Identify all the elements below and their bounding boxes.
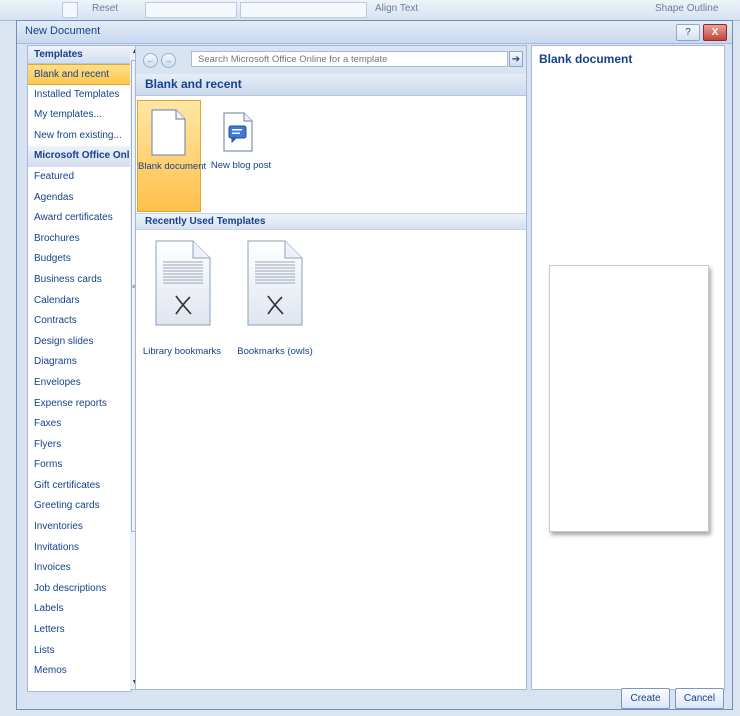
cancel-button[interactable]: Cancel bbox=[675, 688, 724, 709]
create-button[interactable]: Create bbox=[621, 688, 670, 709]
search-go-arrow-icon[interactable]: ➔ bbox=[509, 51, 523, 67]
category-item[interactable]: Inventories bbox=[28, 517, 131, 538]
tile-label: Blank document bbox=[138, 161, 207, 172]
search-bar: ← → ➔ bbox=[136, 46, 526, 75]
ribbon-shape-outline-label: Shape Outline bbox=[655, 3, 719, 14]
category-list: Blank and recent Installed Templates My te… bbox=[28, 64, 131, 682]
category-item[interactable]: Agendas bbox=[28, 188, 131, 209]
dialog-title: New Document bbox=[25, 25, 101, 37]
category-item[interactable]: Design slides bbox=[28, 332, 131, 353]
dialog-titlebar[interactable]: New Document ? X bbox=[17, 21, 732, 44]
preview-title: Blank document bbox=[539, 52, 633, 66]
category-item[interactable]: Envelopes bbox=[28, 373, 131, 394]
category-item[interactable]: Calendars bbox=[28, 291, 131, 312]
category-item[interactable]: Letters bbox=[28, 620, 131, 641]
templates-header: Templates bbox=[28, 46, 131, 64]
ribbon-reset-label: Reset bbox=[92, 3, 119, 14]
category-item[interactable]: My templates... bbox=[28, 105, 131, 126]
category-item[interactable]: Installed Templates bbox=[28, 85, 131, 106]
close-button[interactable]: X bbox=[703, 24, 727, 41]
blank-document-icon bbox=[151, 109, 186, 156]
category-item[interactable]: Labels bbox=[28, 599, 131, 620]
template-categories-panel: Templates Blank and recent Installed Temp… bbox=[27, 45, 132, 692]
background-ribbon: Reset Align Text Shape Outline bbox=[0, 0, 740, 21]
category-item[interactable]: Invitations bbox=[28, 538, 131, 559]
ribbon-box bbox=[240, 2, 367, 18]
template-search-input[interactable] bbox=[191, 51, 508, 67]
category-item[interactable]: Greeting cards bbox=[28, 496, 131, 517]
template-document-icon bbox=[155, 240, 211, 326]
category-item[interactable]: Brochures bbox=[28, 229, 131, 250]
ribbon-align-text-label: Align Text bbox=[375, 3, 419, 14]
blank-document-tile[interactable]: Blank document bbox=[137, 100, 207, 212]
preview-page-thumbnail bbox=[549, 265, 709, 532]
templates-content-panel: ← → ➔ Blank and recent Blank document bbox=[135, 45, 527, 690]
category-item[interactable]: Lists bbox=[28, 641, 131, 662]
new-blog-post-tile[interactable]: New blog post bbox=[203, 100, 279, 212]
category-item[interactable]: Business cards bbox=[28, 270, 131, 291]
category-item[interactable]: Award certificates bbox=[28, 208, 131, 229]
ribbon-icon bbox=[62, 2, 78, 18]
category-item[interactable]: Forms bbox=[28, 455, 131, 476]
blog-post-icon bbox=[223, 112, 253, 152]
recently-used-header: Recently Used Templates bbox=[136, 213, 526, 230]
tile-label: Library bookmarks bbox=[142, 346, 222, 357]
bookmarks-owls-tile[interactable]: Bookmarks (owls) bbox=[232, 236, 318, 371]
tile-label: New blog post bbox=[210, 160, 272, 171]
new-document-dialog: New Document ? X Templates Blank and rec… bbox=[16, 20, 733, 710]
category-item[interactable]: Budgets bbox=[28, 249, 131, 270]
back-arrow-icon[interactable]: ← bbox=[143, 53, 158, 68]
category-item[interactable]: Expense reports bbox=[28, 394, 131, 415]
category-item[interactable]: Contracts bbox=[28, 311, 131, 332]
category-item[interactable]: Job descriptions bbox=[28, 579, 131, 600]
category-item[interactable]: Blank and recent bbox=[28, 64, 131, 85]
preview-panel: Blank document bbox=[531, 45, 725, 690]
template-document-icon bbox=[247, 240, 303, 326]
category-item[interactable]: Diagrams bbox=[28, 352, 131, 373]
forward-arrow-icon[interactable]: → bbox=[161, 53, 176, 68]
category-section-header: Microsoft Office Online bbox=[28, 146, 131, 167]
tile-label: Bookmarks (owls) bbox=[237, 346, 313, 357]
library-bookmarks-tile[interactable]: Library bookmarks bbox=[142, 236, 222, 371]
ribbon-box bbox=[145, 2, 237, 18]
section-title: Blank and recent bbox=[136, 74, 526, 96]
help-button[interactable]: ? bbox=[676, 24, 700, 41]
category-item[interactable]: Invoices bbox=[28, 558, 131, 579]
category-item[interactable]: Flyers bbox=[28, 435, 131, 456]
category-item[interactable]: Featured bbox=[28, 167, 131, 188]
category-item[interactable]: Gift certificates bbox=[28, 476, 131, 497]
category-item[interactable]: Faxes bbox=[28, 414, 131, 435]
category-item[interactable]: New from existing... bbox=[28, 126, 131, 147]
category-item[interactable]: Memos bbox=[28, 661, 131, 682]
